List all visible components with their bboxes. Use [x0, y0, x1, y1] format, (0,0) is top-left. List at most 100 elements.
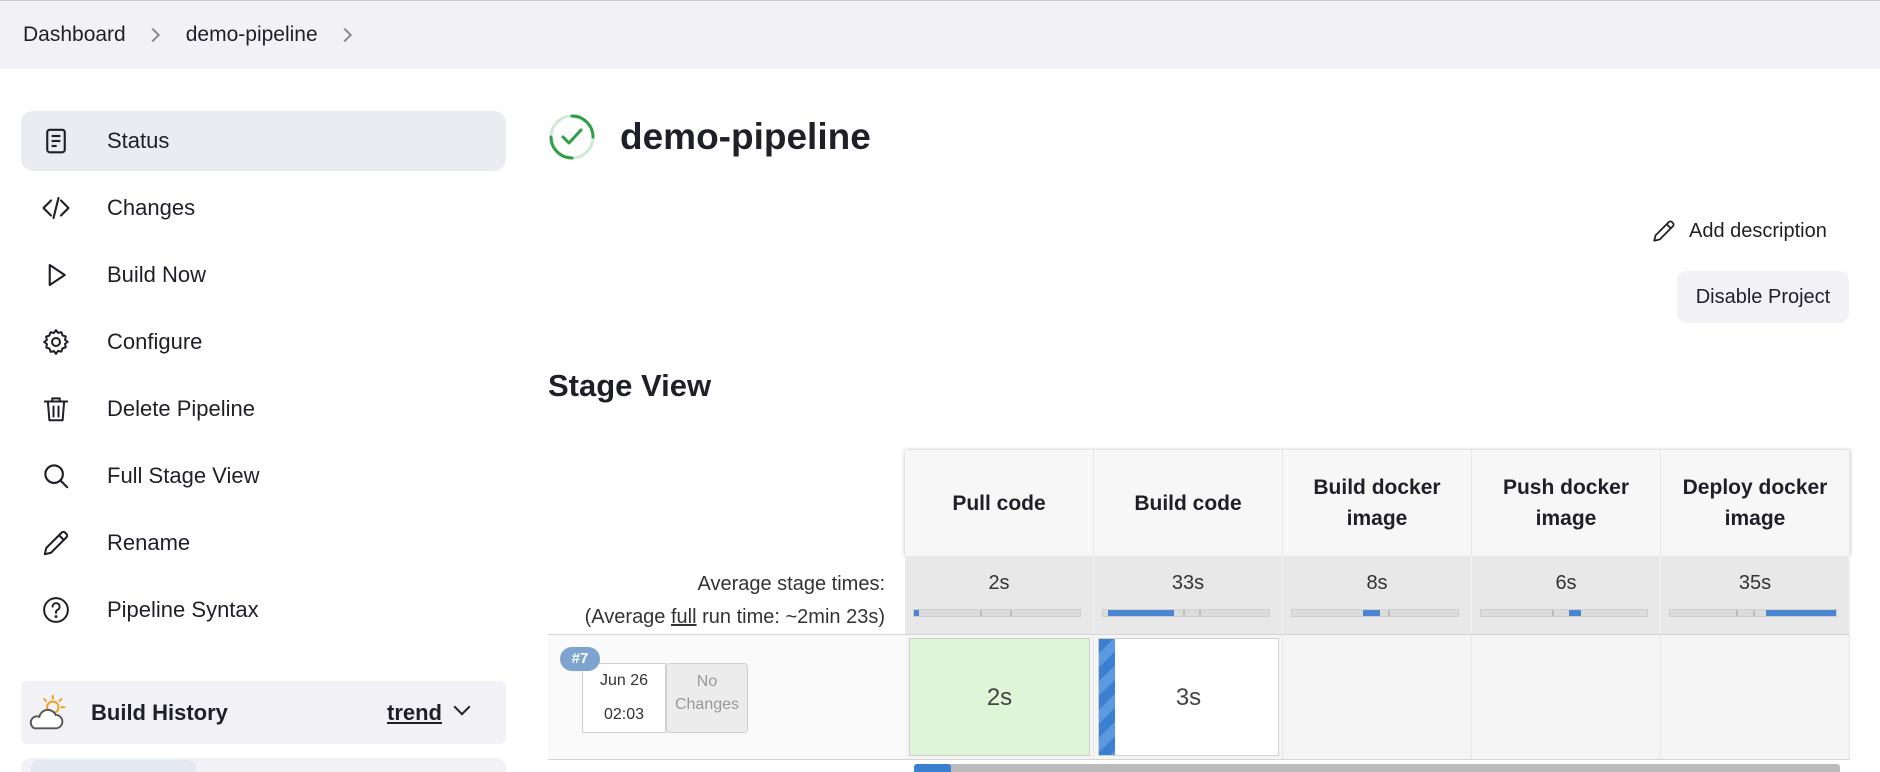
page-header: demo-pipeline — [548, 113, 871, 161]
build-number-badge[interactable]: #7 — [560, 647, 600, 671]
avg-bar-tick — [1753, 610, 1755, 616]
sidebar-item-build-now[interactable]: Build Now — [21, 245, 506, 305]
weather-cloud-sun-icon — [29, 694, 66, 729]
sidebar-item-changes[interactable]: Changes — [21, 178, 506, 238]
chevron-right-icon — [145, 27, 160, 43]
sidebar-item-label: Changes — [107, 195, 196, 220]
avg-time-bar-fill — [1363, 610, 1380, 616]
sidebar-item-pipeline-syntax[interactable]: Pipeline Syntax — [21, 580, 506, 640]
build-history-title: Build History — [91, 699, 228, 725]
stage-duration: 2s — [909, 638, 1090, 756]
avg-bar-tick — [980, 610, 983, 616]
sidebar-item-label: Pipeline Syntax — [107, 597, 259, 622]
avg-prefix: (Average — [584, 606, 671, 628]
avg-time-value: 33s — [1171, 572, 1205, 594]
disable-project-button[interactable]: Disable Project — [1677, 271, 1849, 323]
sidebar-item-rename[interactable]: Rename — [21, 513, 506, 573]
avg-bar-tick — [1552, 610, 1555, 616]
breadcrumb-demo-pipeline[interactable]: demo-pipeline — [186, 23, 318, 47]
pencil-icon — [39, 526, 73, 560]
average-run-time-text: (Average full run time: ~2min 23s) — [548, 601, 885, 634]
avg-time-value: 2s — [988, 572, 1010, 594]
avg-time-bar-fill — [1107, 610, 1175, 616]
stage-header-build-docker-image: Build docker image — [1283, 450, 1472, 556]
stage-cell-build-docker-image — [1283, 635, 1472, 759]
avg-bar-tick — [1010, 610, 1013, 616]
add-description-label: Add description — [1689, 219, 1827, 242]
sidebar-item-label: Configure — [107, 329, 203, 354]
avg-bar-tick — [1199, 610, 1202, 616]
stage-header-push-docker-image: Push docker image — [1472, 450, 1661, 556]
avg-time-value: 35s — [1738, 572, 1772, 594]
run-time: 02:03 — [603, 706, 645, 723]
stage-header-row: Pull code Build code Build docker image … — [905, 450, 1850, 556]
average-times-label: Average stage times: (Average full run t… — [548, 568, 885, 634]
stage-header-deploy-docker-image: Deploy docker image — [1661, 450, 1850, 556]
build-history-list — [21, 758, 506, 772]
avg-bar-tick — [1182, 610, 1185, 616]
avg-time-bar-fill — [1568, 610, 1581, 616]
stage-cell-pull-code[interactable]: 2s — [905, 635, 1094, 759]
run-changes[interactable]: No Changes — [666, 663, 748, 733]
avg-time-value: 8s — [1366, 572, 1388, 594]
avg-time-bar — [1669, 609, 1837, 617]
avg-time-bar — [913, 609, 1081, 617]
stage-view-table: Pull code Build code Build docker image … — [548, 450, 1850, 772]
sidebar-item-configure[interactable]: Configure — [21, 312, 506, 372]
success-status-icon — [549, 114, 595, 160]
add-description-link[interactable]: Add description — [1651, 218, 1827, 244]
average-times-row: 2s 33s 8s 6s 35s — [905, 556, 1850, 634]
sidebar-item-status[interactable]: Status — [21, 111, 506, 171]
avg-time-cell: 33s — [1094, 556, 1283, 634]
stage-cell-push-docker-image — [1472, 635, 1661, 759]
trend-link[interactable]: trend — [387, 700, 442, 726]
sidebar-item-delete-pipeline[interactable]: Delete Pipeline — [21, 379, 506, 439]
sidebar-item-label: Build Now — [107, 262, 207, 287]
play-icon — [39, 258, 73, 292]
run-date-box[interactable]: Jun 26 02:03 — [582, 663, 666, 733]
avg-time-cell: 2s — [905, 556, 1094, 634]
trash-icon — [39, 392, 73, 426]
avg-time-bar-fill — [1766, 610, 1836, 616]
build-history-header: Build History trend — [21, 681, 506, 744]
full-run-time-link[interactable]: full — [671, 606, 697, 628]
stage-view-title: Stage View — [548, 368, 712, 403]
code-icon — [39, 191, 73, 225]
avg-time-bar — [1102, 609, 1270, 617]
stage-duration: 3s — [1098, 638, 1279, 756]
avg-time-value: 6s — [1555, 572, 1577, 594]
gear-icon — [39, 325, 73, 359]
avg-time-bar — [1291, 609, 1459, 617]
sidebar: Status Changes Build Now Configure Delet… — [21, 111, 506, 647]
run-progress-bar — [914, 764, 1840, 772]
sidebar-item-full-stage-view[interactable]: Full Stage View — [21, 446, 506, 506]
avg-time-bar — [1480, 609, 1648, 617]
sidebar-item-label: Full Stage View — [107, 463, 260, 488]
run-progress-fill — [914, 764, 952, 772]
stage-header-pull-code: Pull code — [905, 450, 1094, 556]
sidebar-item-label: Delete Pipeline — [107, 396, 255, 421]
stage-cell-deploy-docker-image — [1661, 635, 1850, 759]
avg-time-cell: 35s — [1661, 556, 1850, 634]
average-stage-times-text: Average stage times: — [697, 573, 885, 595]
run-date: Jun 26 — [599, 672, 649, 689]
run-info: Jun 26 02:03 #7 No Changes — [548, 635, 905, 759]
search-icon — [39, 459, 73, 493]
sidebar-item-label: Rename — [107, 530, 191, 555]
help-icon — [39, 593, 73, 627]
avg-bar-tick — [1388, 610, 1391, 616]
stage-header-build-code: Build code — [1094, 450, 1283, 556]
stage-cell-build-code[interactable]: 3s — [1094, 635, 1283, 759]
build-run-row: Jun 26 02:03 #7 No Changes 2s 3s — [548, 634, 1850, 760]
pencil-icon — [1653, 220, 1675, 242]
avg-time-cell: 6s — [1472, 556, 1661, 634]
avg-suffix: run time: ~2min 23s) — [696, 606, 885, 628]
page-title: demo-pipeline — [620, 116, 871, 157]
sidebar-item-label: Status — [107, 128, 170, 153]
chevron-right-icon[interactable] — [337, 27, 352, 43]
avg-time-cell: 8s — [1283, 556, 1472, 634]
status-doc-icon — [39, 124, 73, 158]
breadcrumb-dashboard[interactable]: Dashboard — [23, 23, 126, 47]
chevron-down-icon[interactable] — [453, 698, 471, 716]
avg-time-bar-fill — [914, 610, 919, 616]
